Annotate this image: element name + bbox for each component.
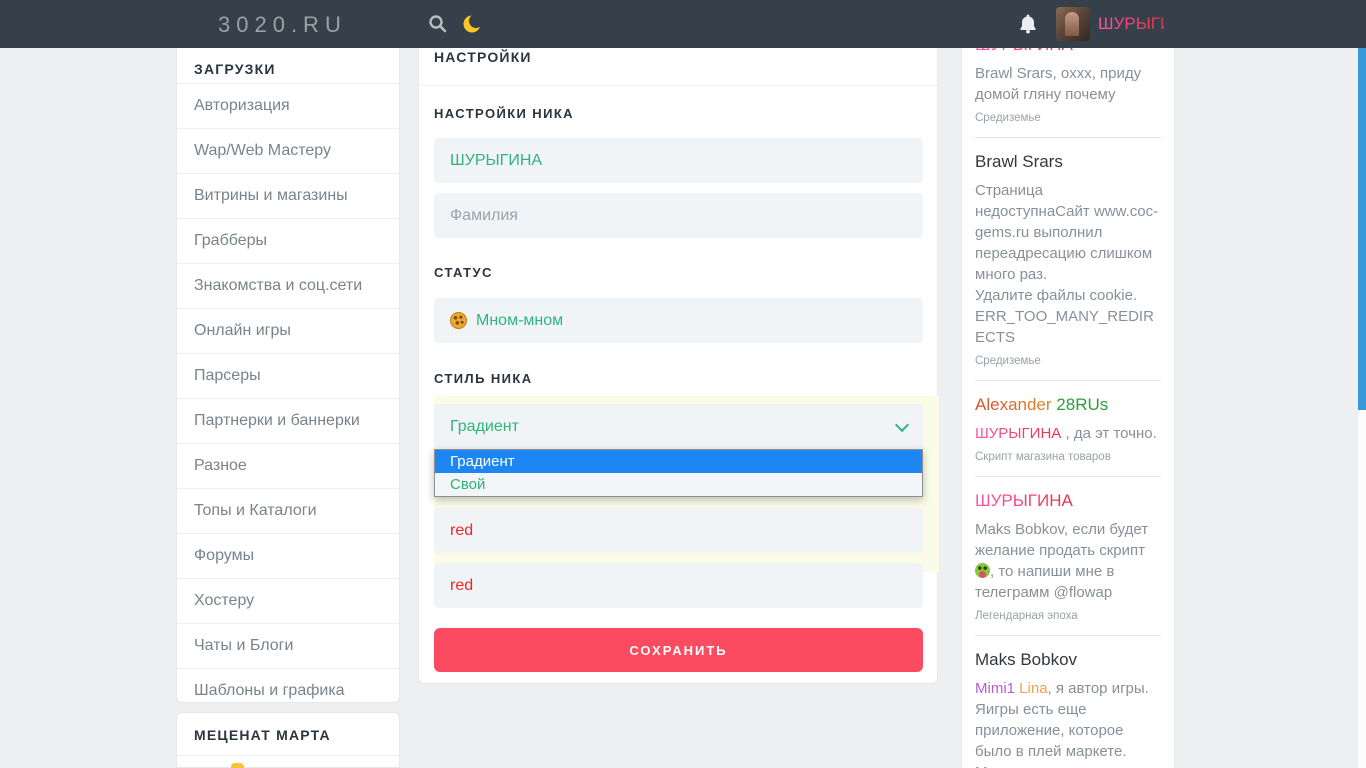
page: ЗАГРУЗКИ АвторизацияWap/Web МастеруВитри…	[0, 0, 1366, 768]
sidebar-item[interactable]: Витрины и магазины	[177, 173, 399, 218]
bell-notifications-icon[interactable]	[1018, 13, 1038, 39]
sidebar-item[interactable]: Партнерки и баннерки	[177, 398, 399, 443]
status-value: Мном-мном	[476, 312, 563, 330]
sidebar-item[interactable]: Парсеры	[177, 353, 399, 398]
chat-author: Maks Bobkov	[975, 649, 1161, 671]
chat-message: Модули подходят от заварушки.	[975, 762, 1161, 768]
nick-section-label: НАСТРОЙКИ НИКА	[434, 106, 574, 121]
sidebar-item[interactable]: Форумы	[177, 533, 399, 578]
trophy-emoji-sliver	[231, 763, 244, 768]
nick-input[interactable]	[434, 138, 923, 183]
sidebar-item[interactable]: Топы и Каталоги	[177, 488, 399, 533]
chat-author: ШУРЫГИНА	[975, 490, 1161, 512]
cookie-emoji-icon	[450, 312, 467, 329]
surname-input[interactable]	[434, 193, 923, 238]
chat-message: ERR_TOO_MANY_REDIRECTS	[975, 306, 1161, 348]
divider	[419, 85, 937, 86]
chat-message: ШУРЫГИНА , да эт точно.	[975, 423, 1161, 444]
chat-message: Maks Bobkov, если будет желание продать …	[975, 519, 1161, 603]
chat-author: Brawl Srars	[975, 151, 1161, 173]
site-logo[interactable]: 3020.RU	[218, 12, 347, 38]
sidebar-item[interactable]: Знакомства и соц.сети	[177, 263, 399, 308]
nick-style-dropdown: ГрадиентСвой	[434, 449, 923, 497]
sidebar-patron-card: МЕЦЕНАТ МАРТА	[176, 712, 400, 768]
sidebar-patron-title: МЕЦЕНАТ МАРТА	[177, 713, 399, 756]
chat-message: Mimi1 Lina, я автор игры.	[975, 678, 1161, 699]
nick-style-selected-value: Градиент	[450, 418, 519, 436]
chat-author: Alexander 28RUs	[975, 394, 1161, 416]
dropdown-option[interactable]: Свой	[435, 473, 922, 496]
save-button[interactable]: СОХРАНИТЬ	[434, 628, 923, 672]
divider	[975, 380, 1161, 381]
chat-feed: ШУРЫГИНА Brawl Srars, oxxx, приду домой г…	[975, 34, 1161, 768]
moon-dark-mode-icon[interactable]	[462, 14, 482, 39]
gradient-color2-input[interactable]	[434, 563, 923, 608]
scrollbar-thumb[interactable]	[1358, 45, 1366, 410]
gradient-color1-input[interactable]	[434, 508, 923, 553]
sidebar-item[interactable]: Авторизация	[177, 84, 399, 128]
page-title: НАСТРОЙКИ	[434, 49, 937, 65]
chat-meta: Скрипт магазина товаров	[975, 451, 1161, 463]
status-input[interactable]: Мном-мном	[434, 298, 923, 343]
chat-message: Яигры есть еще приложение, которое было …	[975, 699, 1161, 762]
nick-style-select[interactable]: Градиент	[434, 404, 923, 449]
divider	[975, 476, 1161, 477]
chat-entry: Maks Bobkov Mimi1 Lina, я автор игры.Яигр…	[975, 649, 1161, 768]
chat-entry: ШУРЫГИНА Maks Bobkov, если будет желание …	[975, 490, 1161, 622]
chat-entry: Alexander 28RUs ШУРЫГИНА , да эт точно. Ск…	[975, 394, 1161, 463]
sidebar-item[interactable]: Разное	[177, 443, 399, 488]
status-label: СТАТУС	[434, 265, 493, 280]
sidebar-downloads-card: ЗАГРУЗКИ АвторизацияWap/Web МастеруВитри…	[176, 0, 400, 703]
chat-message: Страница недоступнаСайт www.coc-gems.ru …	[975, 180, 1161, 285]
chat-message: Brawl Srars, oxxx, приду домой гляну поч…	[975, 63, 1161, 105]
sidebar-item[interactable]: Чаты и Блоги	[177, 623, 399, 668]
sidebar-item[interactable]: Шаблоны и графика	[177, 668, 399, 713]
nick-style-label: СТИЛЬ НИКА	[434, 371, 532, 386]
settings-card: НАСТРОЙКИ НАСТРОЙКИ НИКА СТАТУС Мном-мно…	[418, 0, 938, 684]
dropdown-option[interactable]: Градиент	[435, 450, 922, 473]
divider	[975, 137, 1161, 138]
sidebar-menu: АвторизацияWap/Web МастеруВитрины и мага…	[177, 84, 399, 713]
chat-entry: Brawl Srars Страница недоступнаСайт www.c…	[975, 151, 1161, 367]
sidebar-item[interactable]: Грабберы	[177, 218, 399, 263]
top-navbar: 3020.RU ШУРЫГИНА	[0, 0, 1366, 48]
sidebar-item[interactable]: Wap/Web Мастеру	[177, 128, 399, 173]
chevron-down-icon	[895, 417, 909, 431]
user-avatar[interactable]	[1056, 7, 1090, 41]
sidebar-item[interactable]: Онлайн игры	[177, 308, 399, 353]
sidebar-item[interactable]: Хостеру	[177, 578, 399, 623]
chat-card: ШУРЫГИНА Brawl Srars, oxxx, приду домой г…	[961, 0, 1175, 768]
page-scrollbar[interactable]	[1358, 0, 1366, 768]
chat-meta: Средиземье	[975, 112, 1161, 124]
chat-meta: Легендарная эпоха	[975, 610, 1161, 622]
chat-message: Удалите файлы cookie.	[975, 285, 1161, 306]
divider	[975, 635, 1161, 636]
navbar-username[interactable]: ШУРЫГИНА	[1098, 14, 1164, 36]
chat-meta: Средиземье	[975, 355, 1161, 367]
search-icon[interactable]	[428, 14, 447, 38]
